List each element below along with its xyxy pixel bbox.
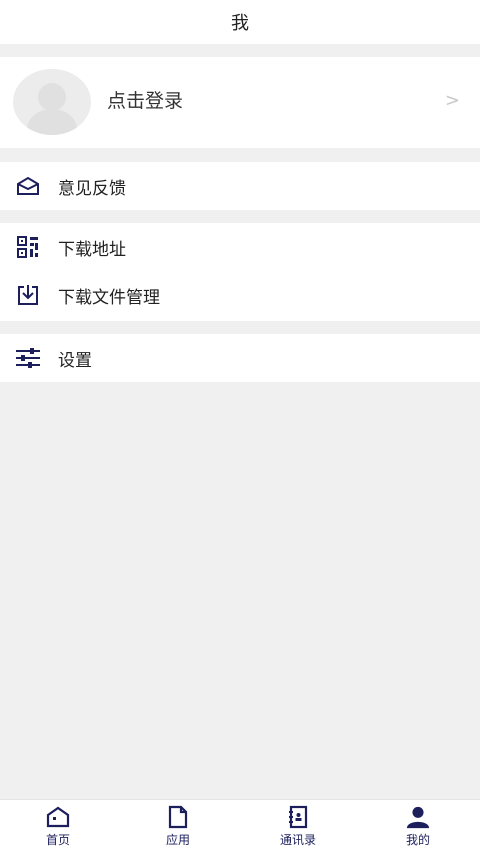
menu-label-download-address: 下载地址 [58, 239, 126, 260]
tab-label-contacts: 通讯录 [279, 833, 316, 847]
login-card[interactable]: 点击登录 > [0, 57, 480, 148]
tab-label-mine: 我的 [405, 833, 430, 847]
avatar-shoulders [27, 109, 77, 135]
tab-mine[interactable]: 我的 [378, 800, 458, 855]
menu-label-settings: 设置 [58, 350, 92, 371]
avatar-head [38, 83, 66, 111]
menu-item-download-manage[interactable]: 下载文件管理 [0, 271, 480, 319]
tab-label-apps: 应用 [165, 833, 190, 847]
download-tray-icon [14, 281, 42, 309]
menu-label-feedback: 意见反馈 [58, 178, 126, 199]
menu-item-feedback[interactable]: 意见反馈 [0, 162, 480, 210]
avatar[interactable] [13, 69, 91, 135]
login-link[interactable]: 点击登录 [107, 86, 183, 113]
tab-apps[interactable]: 应用 [138, 800, 218, 855]
contacts-icon [286, 805, 310, 829]
envelope-icon [14, 172, 42, 200]
tab-contacts[interactable]: 通讯录 [258, 800, 338, 855]
home-icon [46, 805, 70, 829]
menu-section-download: 下载地址 下载文件管理 [0, 223, 480, 321]
tab-label-home: 首页 [45, 833, 70, 847]
chevron-right-icon: > [444, 90, 460, 111]
page-header: 我 [0, 0, 480, 44]
document-icon [166, 805, 190, 829]
sliders-icon [14, 344, 42, 372]
bottom-tab-bar: 首页 应用 通讯录 我的 [0, 799, 480, 855]
qr-code-icon [14, 233, 42, 261]
tab-home[interactable]: 首页 [18, 800, 98, 855]
menu-label-download-manage: 下载文件管理 [58, 287, 160, 308]
page-title: 我 [231, 13, 249, 34]
menu-section-feedback: 意见反馈 [0, 162, 480, 210]
menu-item-settings[interactable]: 设置 [0, 334, 480, 382]
user-icon [406, 805, 430, 829]
menu-item-download-address[interactable]: 下载地址 [0, 223, 480, 271]
menu-section-settings: 设置 [0, 334, 480, 382]
